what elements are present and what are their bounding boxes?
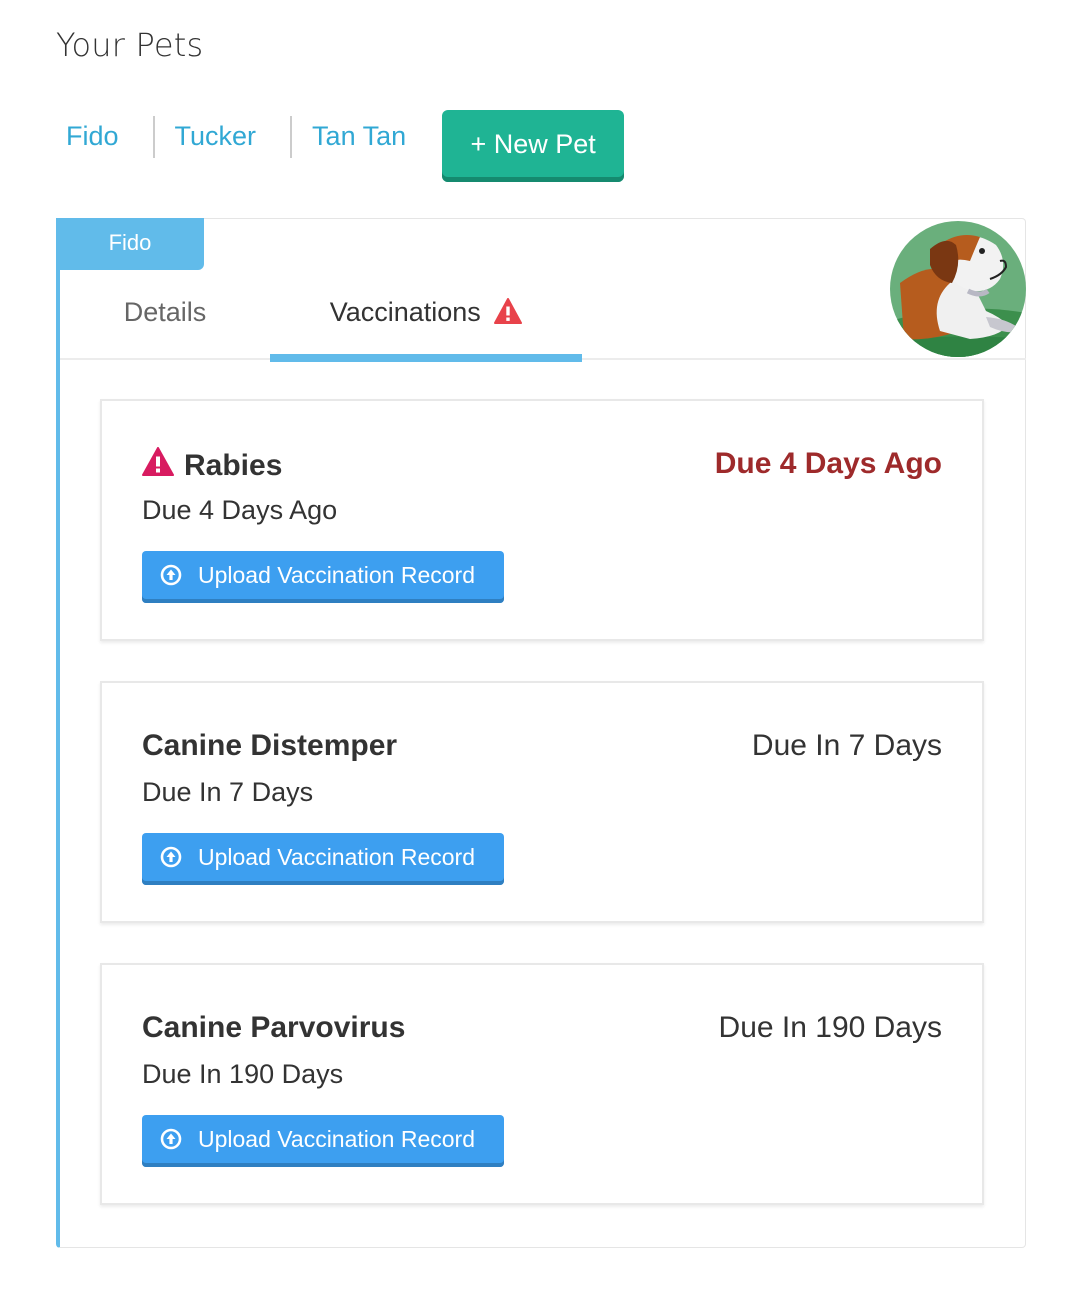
warning-icon	[494, 292, 523, 338]
vaccination-status: Due In 7 Days	[142, 777, 314, 807]
active-tab-indicator	[270, 354, 582, 362]
upload-arrow-icon	[160, 1128, 182, 1150]
upload-button-label: Upload Vaccination Record	[198, 561, 476, 588]
vaccination-status: Due 4 Days Ago	[142, 495, 338, 525]
vaccination-name-text: Rabies	[184, 448, 283, 482]
divider	[290, 116, 293, 158]
vaccination-card-canine-distemper: Canine Distemper Due In 7 Days Due In 7 …	[100, 681, 984, 923]
upload-vaccination-record-button[interactable]: Upload Vaccination Record	[142, 1115, 504, 1167]
tab-vaccinations[interactable]: Vaccinations	[270, 289, 582, 362]
upload-vaccination-record-button[interactable]: Upload Vaccination Record	[142, 551, 504, 603]
upload-button-label: Upload Vaccination Record	[198, 1125, 476, 1152]
tab-vaccinations-label: Vaccinations	[329, 297, 481, 327]
new-pet-button[interactable]: + New Pet	[442, 110, 625, 182]
pet-nav: Fido Tucker Tan Tan + New Pet	[56, 110, 625, 182]
page: Your Pets Fido Tucker Tan Tan + New Pet …	[0, 0, 1068, 1303]
tab-details[interactable]: Details	[60, 289, 270, 360]
upload-button-label: Upload Vaccination Record	[198, 843, 476, 870]
pet-link-fido[interactable]: Fido	[56, 110, 129, 158]
vaccination-name: Rabies	[142, 447, 282, 484]
page-title: Your Pets	[56, 26, 204, 64]
vaccination-due-badge: Due In 190 Days	[718, 1011, 942, 1044]
vaccination-card-canine-parvovirus: Canine Parvovirus Due In 190 Days Due In…	[100, 963, 984, 1205]
pet-tabs: Details Vaccinations	[60, 289, 1026, 362]
divider	[152, 116, 155, 158]
vaccination-due-badge: Due In 7 Days	[751, 729, 942, 762]
pet-link-tan-tan[interactable]: Tan Tan	[302, 110, 416, 158]
vaccination-name: Canine Parvovirus	[142, 1011, 405, 1045]
vaccination-name: Canine Distemper	[142, 729, 397, 763]
upload-vaccination-record-button[interactable]: Upload Vaccination Record	[142, 833, 504, 885]
vaccination-name-text: Canine Distemper	[142, 729, 398, 762]
vaccination-due-badge: Due 4 Days Ago	[714, 447, 942, 480]
pet-panel: Fido Details Vaccinations Rabies Due 4 D…	[56, 218, 1026, 1248]
upload-arrow-icon	[160, 564, 182, 586]
vaccination-status: Due In 190 Days	[142, 1059, 344, 1089]
vaccination-card-rabies: Rabies Due 4 Days Ago Due 4 Days Ago Upl…	[100, 399, 984, 641]
vaccination-name-text: Canine Parvovirus	[142, 1011, 406, 1044]
upload-arrow-icon	[160, 846, 182, 868]
pet-link-tucker[interactable]: Tucker	[165, 110, 267, 158]
warning-icon	[142, 447, 174, 484]
tab-details-label: Details	[123, 297, 207, 327]
pet-name-label: Fido	[56, 218, 204, 270]
